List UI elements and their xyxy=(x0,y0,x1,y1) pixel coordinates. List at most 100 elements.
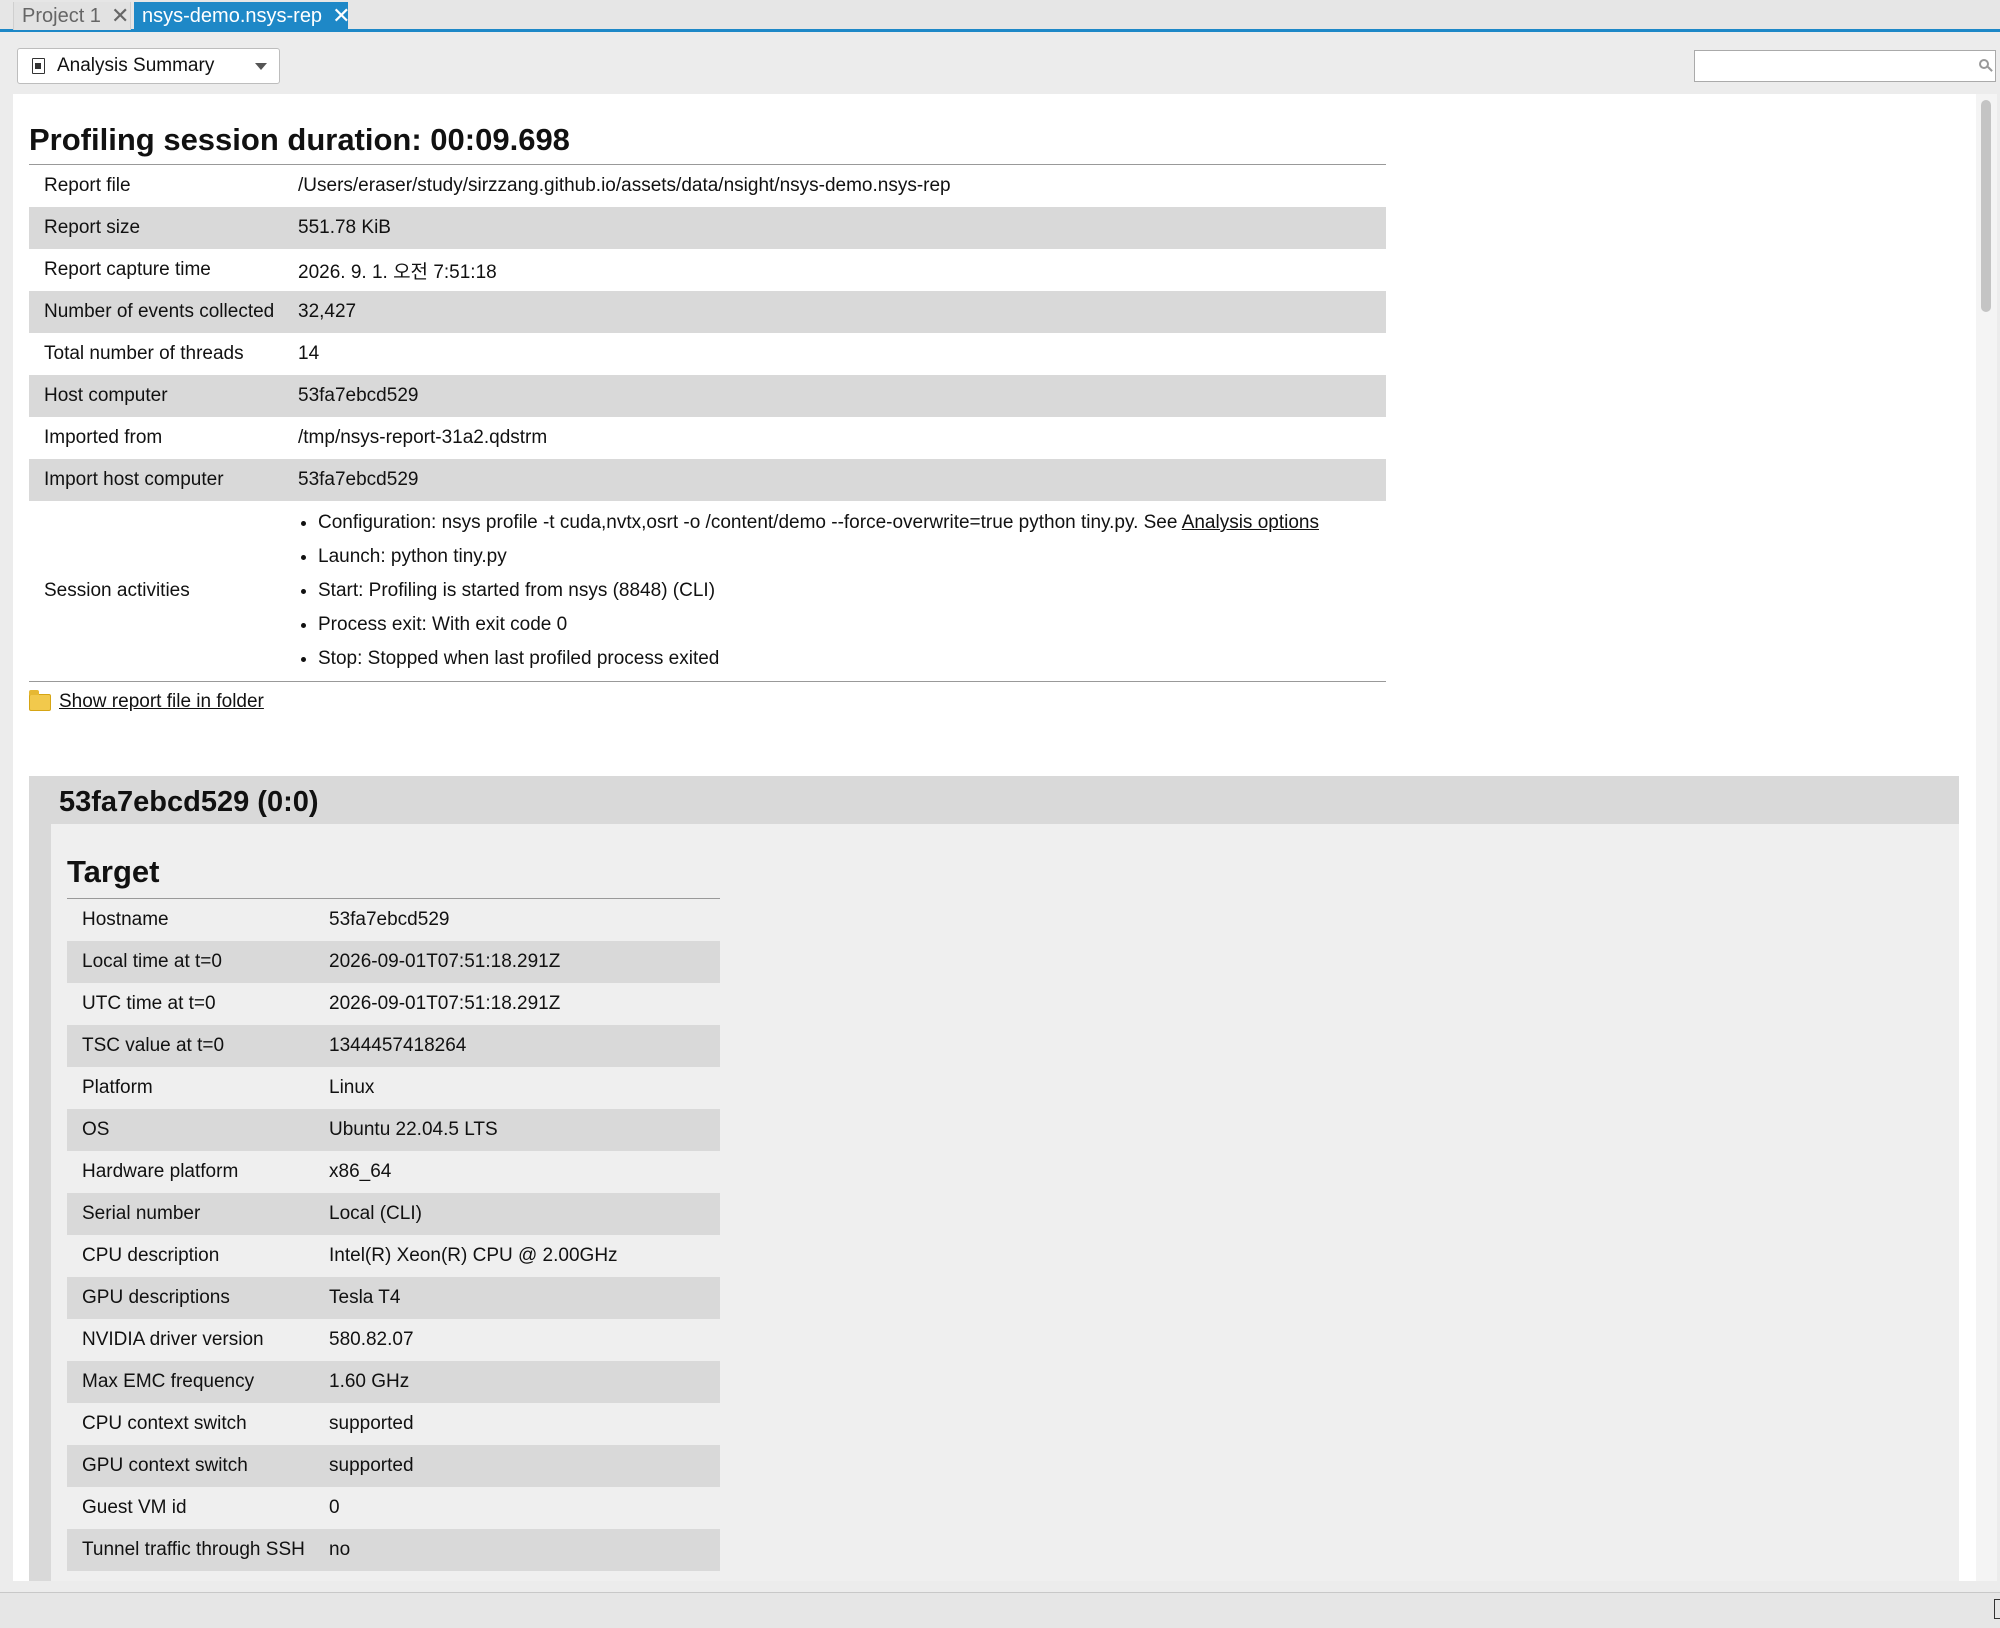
table-row: OS Ubuntu 22.04.5 LTS xyxy=(67,1109,720,1151)
table-row: GPU descriptions Tesla T4 xyxy=(67,1277,720,1319)
row-value: 2026. 9. 1. 오전 7:51:18 xyxy=(298,261,497,283)
row-value: /tmp/nsys-report-31a2.qdstrm xyxy=(298,427,548,448)
table-row: TSC value at t=0 1344457418264 xyxy=(67,1025,720,1067)
target-table: Hostname 53fa7ebcd529 Local time at t=0 20… xyxy=(67,898,720,1571)
show-report-folder: Show report file in folder xyxy=(29,689,264,713)
row-value: Local (CLI) xyxy=(329,1203,422,1224)
table-row: Imported from /tmp/nsys-report-31a2.qdst… xyxy=(29,417,1386,459)
row-key: Serial number xyxy=(82,1203,201,1224)
row-key: Report capture time xyxy=(44,259,211,280)
host-title: 53fa7ebcd529 (0:0) xyxy=(59,786,319,818)
list-item: Process exit: With exit code 0 xyxy=(318,608,1386,642)
table-row: Max EMC frequency 1.60 GHz xyxy=(67,1361,720,1403)
row-value: 53fa7ebcd529 xyxy=(298,469,419,490)
table-row: NVIDIA driver version 580.82.07 xyxy=(67,1319,720,1361)
document-icon xyxy=(32,58,45,74)
row-value: x86_64 xyxy=(329,1161,392,1182)
row-value: 14 xyxy=(298,343,320,364)
row-key: Guest VM id xyxy=(82,1497,187,1518)
row-key: Tunnel traffic through SSH xyxy=(82,1539,305,1560)
session-activities-row: Session activities Configuration: nsys p… xyxy=(29,501,1386,681)
row-value: 32,427 xyxy=(298,301,357,322)
row-value: 53fa7ebcd529 xyxy=(298,385,419,406)
table-row: Report capture time 2026. 9. 1. 오전 7:51:… xyxy=(29,249,1386,291)
row-key: CPU context switch xyxy=(82,1413,247,1434)
row-value: /Users/eraser/study/sirzzang.github.io/a… xyxy=(298,175,951,196)
search-icon[interactable] xyxy=(1979,59,1989,69)
table-row: Tunnel traffic through SSH no xyxy=(67,1529,720,1571)
close-icon[interactable]: ✕ xyxy=(332,5,350,27)
row-key: Report file xyxy=(44,175,131,196)
host-section: 53fa7ebcd529 (0:0) Target Hostname 53fa7e… xyxy=(29,776,1959,1581)
target-heading: Target xyxy=(67,854,160,889)
row-key: Report size xyxy=(44,217,141,238)
search-field xyxy=(1694,50,1996,82)
list-item: Stop: Stopped when last profiled process… xyxy=(318,642,1386,676)
list-item: Launch: python tiny.py xyxy=(318,540,1386,574)
tab-label: nsys-demo.nsys-rep xyxy=(142,4,323,27)
tab-bar: Project 1 ✕ nsys-demo.nsys-rep ✕ xyxy=(0,0,2000,32)
table-row: Import host computer 53fa7ebcd529 xyxy=(29,459,1386,501)
row-key: Max EMC frequency xyxy=(82,1371,255,1392)
row-value: supported xyxy=(329,1455,414,1476)
row-key: Platform xyxy=(82,1077,153,1098)
row-key: Total number of threads xyxy=(44,343,244,364)
row-value: 580.82.07 xyxy=(329,1329,414,1350)
analysis-summary-panel: Profiling session duration: 00:09.698 Re… xyxy=(13,94,1976,1581)
row-key: TSC value at t=0 xyxy=(82,1035,225,1056)
vertical-scrollbar[interactable] xyxy=(1976,94,1997,1581)
tab-project-1[interactable]: Project 1 ✕ xyxy=(13,2,131,30)
table-row: Local time at t=0 2026-09-01T07:51:18.291… xyxy=(67,941,720,983)
status-bar xyxy=(0,1592,2000,1628)
row-key: Hardware platform xyxy=(82,1161,239,1182)
table-row: Total number of threads 14 xyxy=(29,333,1386,375)
row-value: Intel(R) Xeon(R) CPU @ 2.00GHz xyxy=(329,1245,618,1266)
row-key: OS xyxy=(82,1119,110,1140)
tab-nsys-demo[interactable]: nsys-demo.nsys-rep ✕ xyxy=(134,2,351,30)
table-row: Number of events collected 32,427 xyxy=(29,291,1386,333)
table-row: CPU context switch supported xyxy=(67,1403,720,1445)
view-selector-label: Analysis Summary xyxy=(57,55,215,76)
toolbar: Analysis Summary xyxy=(0,32,2000,94)
scrollbar-thumb[interactable] xyxy=(1981,100,1991,312)
row-key: Imported from xyxy=(44,427,163,448)
row-key: Local time at t=0 xyxy=(82,951,222,972)
table-row: Hostname 53fa7ebcd529 xyxy=(67,899,720,941)
session-activities-list: Configuration: nsys profile -t cuda,nvtx… xyxy=(298,506,1386,676)
status-indicator xyxy=(1994,1599,2000,1619)
table-row: GPU context switch supported xyxy=(67,1445,720,1487)
row-value: Tesla T4 xyxy=(329,1287,401,1308)
row-key: Host computer xyxy=(44,385,168,406)
table-row: Platform Linux xyxy=(67,1067,720,1109)
folder-icon xyxy=(29,689,51,711)
show-report-folder-link[interactable]: Show report file in folder xyxy=(59,691,264,713)
table-row: Report size 551.78 KiB xyxy=(29,207,1386,249)
row-value: 53fa7ebcd529 xyxy=(329,909,450,930)
row-key: GPU context switch xyxy=(82,1455,248,1476)
view-selector-dropdown[interactable]: Analysis Summary xyxy=(17,48,280,84)
row-value: 551.78 KiB xyxy=(298,217,391,238)
list-item: Start: Profiling is started from nsys (8… xyxy=(318,574,1386,608)
close-icon[interactable]: ✕ xyxy=(111,5,129,27)
row-value: 0 xyxy=(329,1497,340,1518)
row-value: 1344457418264 xyxy=(329,1035,467,1056)
row-key: GPU descriptions xyxy=(82,1287,230,1308)
table-row: Guest VM id 0 xyxy=(67,1487,720,1529)
row-key: NVIDIA driver version xyxy=(82,1329,264,1350)
activity-configuration: Configuration: nsys profile -t cuda,nvtx… xyxy=(318,512,1178,533)
search-input[interactable] xyxy=(1701,51,1965,81)
row-value: supported xyxy=(329,1413,414,1434)
row-key: Session activities xyxy=(44,580,190,601)
tab-label: Project 1 xyxy=(22,4,101,27)
chevron-down-icon xyxy=(255,63,267,70)
row-key: Number of events collected xyxy=(44,301,275,322)
row-key: Import host computer xyxy=(44,469,224,490)
table-row: UTC time at t=0 2026-09-01T07:51:18.291Z xyxy=(67,983,720,1025)
table-row: Host computer 53fa7ebcd529 xyxy=(29,375,1386,417)
table-row: CPU description Intel(R) Xeon(R) CPU @ 2.… xyxy=(67,1235,720,1277)
list-item: Configuration: nsys profile -t cuda,nvtx… xyxy=(318,506,1386,540)
row-value: Ubuntu 22.04.5 LTS xyxy=(329,1119,498,1140)
analysis-options-link[interactable]: Analysis options xyxy=(1182,512,1319,533)
row-key: UTC time at t=0 xyxy=(82,993,216,1014)
row-value: 2026-09-01T07:51:18.291Z xyxy=(329,951,561,972)
